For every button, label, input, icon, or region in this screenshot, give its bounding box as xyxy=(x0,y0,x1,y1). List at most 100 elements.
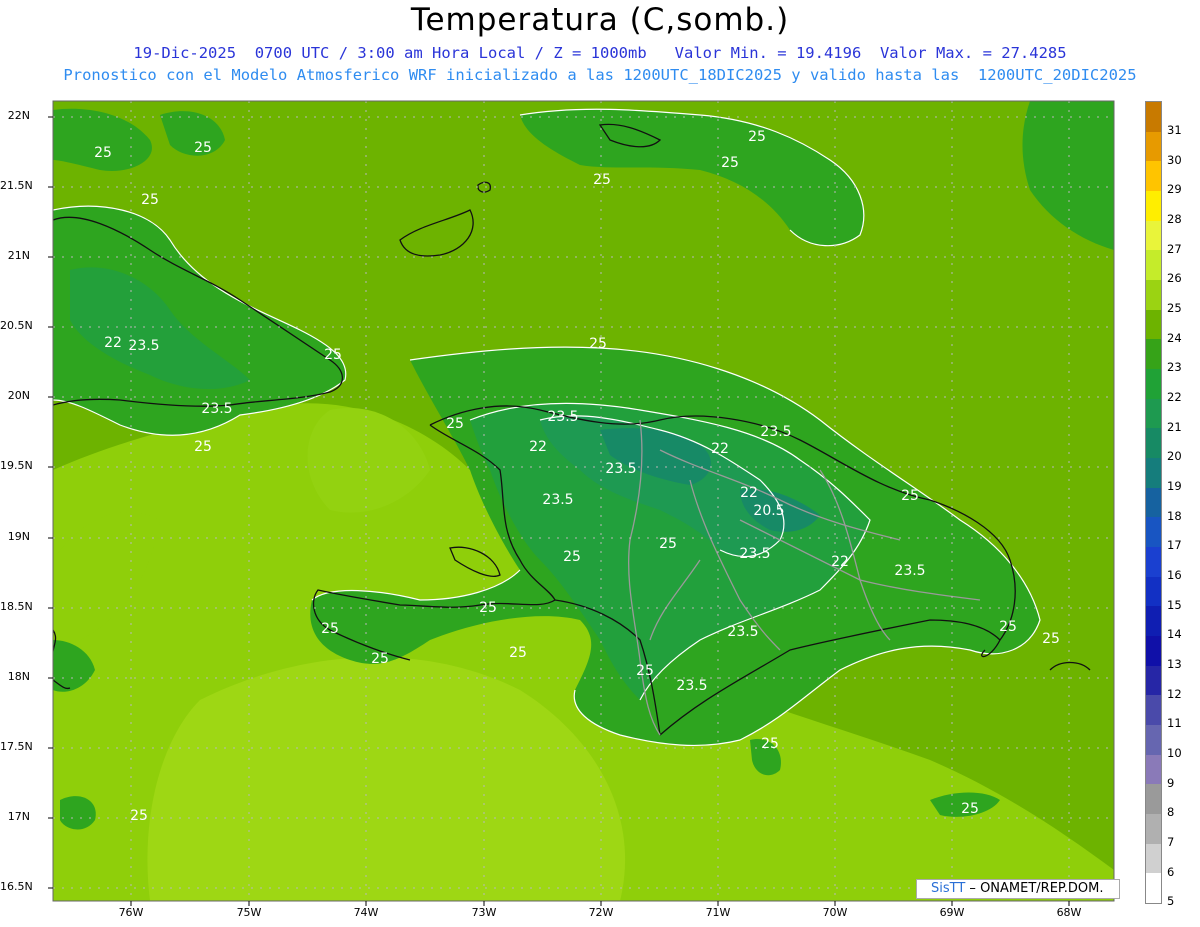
color-scale-step xyxy=(1146,220,1161,251)
contour-label: 20.5 xyxy=(753,503,784,519)
lon-label: 68W xyxy=(1056,906,1082,919)
color-scale-label: 16 xyxy=(1167,567,1182,582)
contour-label: 23.5 xyxy=(676,678,707,694)
color-scale-step xyxy=(1146,280,1161,311)
lat-label: 22N xyxy=(7,109,30,122)
color-scale-label: 24 xyxy=(1167,330,1182,345)
contour-label: 25 xyxy=(324,347,342,363)
color-scale-step xyxy=(1146,547,1161,578)
contour-label: 23.5 xyxy=(542,492,573,508)
contour-label: 25 xyxy=(589,336,607,352)
color-scale-step xyxy=(1146,814,1161,845)
lat-label: 18N xyxy=(7,670,30,683)
color-scale-label: 5 xyxy=(1167,894,1175,909)
contour-label: 25 xyxy=(901,488,919,504)
lon-label: 71W xyxy=(705,906,731,919)
contour-label: 25 xyxy=(1042,631,1060,647)
color-scale-label: 17 xyxy=(1167,538,1182,553)
lon-label: 75W xyxy=(236,906,262,919)
contour-label: 22 xyxy=(740,485,758,501)
lon-label: 76W xyxy=(118,906,144,919)
lat-label: 20.5N xyxy=(0,319,33,332)
contour-label: 25 xyxy=(509,645,527,661)
contour-label: 25 xyxy=(194,439,212,455)
color-scale-label: 15 xyxy=(1167,597,1182,612)
color-scale-step xyxy=(1146,369,1161,400)
color-scale-label: 12 xyxy=(1167,686,1182,701)
color-scale-step xyxy=(1146,458,1161,489)
lon-label: 73W xyxy=(471,906,497,919)
lat-label: 17.5N xyxy=(0,740,33,753)
lon-label: 69W xyxy=(939,906,965,919)
lat-label: 21.5N xyxy=(0,179,33,192)
lat-label: 20N xyxy=(7,389,30,402)
color-scale-step xyxy=(1146,606,1161,637)
color-scale-label: 22 xyxy=(1167,389,1182,404)
contour-label: 22 xyxy=(831,554,849,570)
contour-label: 22 xyxy=(529,439,547,455)
credit-separator: – xyxy=(965,881,981,896)
color-scale-step xyxy=(1146,725,1161,756)
contour-label: 25 xyxy=(194,140,212,156)
color-scale-step xyxy=(1146,636,1161,667)
color-scale-label: 25 xyxy=(1167,300,1182,315)
lat-label: 18.5N xyxy=(0,600,33,613)
contour-label: 25 xyxy=(961,801,979,817)
color-scale-step xyxy=(1146,754,1161,785)
color-scale-step xyxy=(1146,428,1161,459)
contour-label: 25 xyxy=(141,192,159,208)
contour-label: 22 xyxy=(104,335,122,351)
color-scale-step xyxy=(1146,398,1161,429)
color-scale-step xyxy=(1146,161,1161,192)
color-scale-label: 29 xyxy=(1167,182,1182,197)
contour-label: 25 xyxy=(94,145,112,161)
contour-label: 25 xyxy=(563,549,581,565)
contour-label: 25 xyxy=(999,619,1017,635)
color-scale-step xyxy=(1146,102,1161,133)
color-scale-step xyxy=(1146,576,1161,607)
contour-label: 25 xyxy=(130,808,148,824)
color-scale-step xyxy=(1146,309,1161,340)
credit-box: SisTT – ONAMET/REP.DOM. xyxy=(916,879,1120,899)
contour-label: 23.5 xyxy=(128,338,159,354)
lat-label: 16.5N xyxy=(0,880,33,893)
lat-label: 21N xyxy=(7,249,30,262)
color-scale-step xyxy=(1146,517,1161,548)
color-scale-label: 19 xyxy=(1167,478,1182,493)
color-scale-step xyxy=(1146,339,1161,370)
contour-label: 23.5 xyxy=(739,546,770,562)
contour-label: 25 xyxy=(321,621,339,637)
lon-label: 74W xyxy=(353,906,379,919)
color-scale-label: 11 xyxy=(1167,716,1182,731)
contour-label: 23.5 xyxy=(605,461,636,477)
color-scale-step xyxy=(1146,843,1161,874)
color-scale-step xyxy=(1146,487,1161,518)
contour-label: 25 xyxy=(446,416,464,432)
contour-label: 25 xyxy=(593,172,611,188)
color-scale-label: 28 xyxy=(1167,211,1182,226)
color-scale-label: 7 xyxy=(1167,834,1175,849)
color-scale-step xyxy=(1146,784,1161,815)
color-scale-label: 30 xyxy=(1167,152,1182,167)
lat-label: 19.5N xyxy=(0,459,33,472)
contour-label: 25 xyxy=(659,536,677,552)
color-scale-bar xyxy=(1145,101,1162,904)
contour-label: 25 xyxy=(479,600,497,616)
lat-label: 19N xyxy=(7,530,30,543)
color-scale-label: 6 xyxy=(1167,864,1175,879)
contour-label: 25 xyxy=(636,663,654,679)
color-scale-step xyxy=(1146,250,1161,281)
contour-label: 22 xyxy=(711,441,729,457)
contour-label: 23.5 xyxy=(760,424,791,440)
color-scale-label: 10 xyxy=(1167,745,1182,760)
contour-label: 23.5 xyxy=(201,401,232,417)
contour-label: 25 xyxy=(721,155,739,171)
color-scale-label: 8 xyxy=(1167,805,1175,820)
color-scale-label: 23 xyxy=(1167,360,1182,375)
lon-label: 72W xyxy=(588,906,614,919)
contour-label: 25 xyxy=(748,129,766,145)
color-scale-label: 21 xyxy=(1167,419,1182,434)
color-scale-step xyxy=(1146,191,1161,222)
color-scale-label: 26 xyxy=(1167,271,1182,286)
credit-brand: SisTT xyxy=(931,881,966,896)
